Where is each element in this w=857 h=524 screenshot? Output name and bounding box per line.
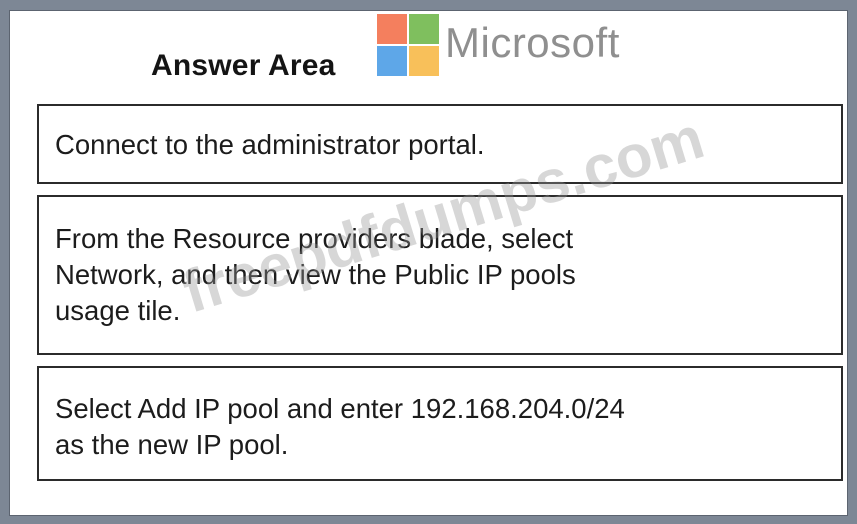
answer-area-title: Answer Area bbox=[151, 49, 336, 82]
microsoft-brand-text: Microsoft bbox=[445, 19, 620, 66]
step-text-line: From the Resource providers blade, selec… bbox=[55, 223, 574, 254]
step-text: Connect to the administrator portal. bbox=[55, 129, 485, 160]
step-text-line: Select Add IP pool and enter 192.168.204… bbox=[55, 393, 625, 424]
step-text-line: Network, and then view the Public IP poo… bbox=[55, 259, 576, 290]
logo-blue-square bbox=[377, 46, 407, 76]
step-text-line: usage tile. bbox=[55, 295, 181, 326]
step-text-line: as the new IP pool. bbox=[55, 429, 289, 460]
step-card-add-ip-pool[interactable]: Select Add IP pool and enter 192.168.204… bbox=[37, 366, 843, 481]
logo-yellow-square bbox=[409, 46, 439, 76]
step-card-connect-portal[interactable]: Connect to the administrator portal. bbox=[37, 104, 843, 184]
step-card-view-ip-pools[interactable]: From the Resource providers blade, selec… bbox=[37, 195, 843, 355]
logo-green-square bbox=[409, 14, 439, 44]
microsoft-logo-icon bbox=[377, 14, 439, 76]
logo-red-square bbox=[377, 14, 407, 44]
answer-area-panel: Answer Area Microsoft Connect to the adm… bbox=[9, 10, 848, 516]
